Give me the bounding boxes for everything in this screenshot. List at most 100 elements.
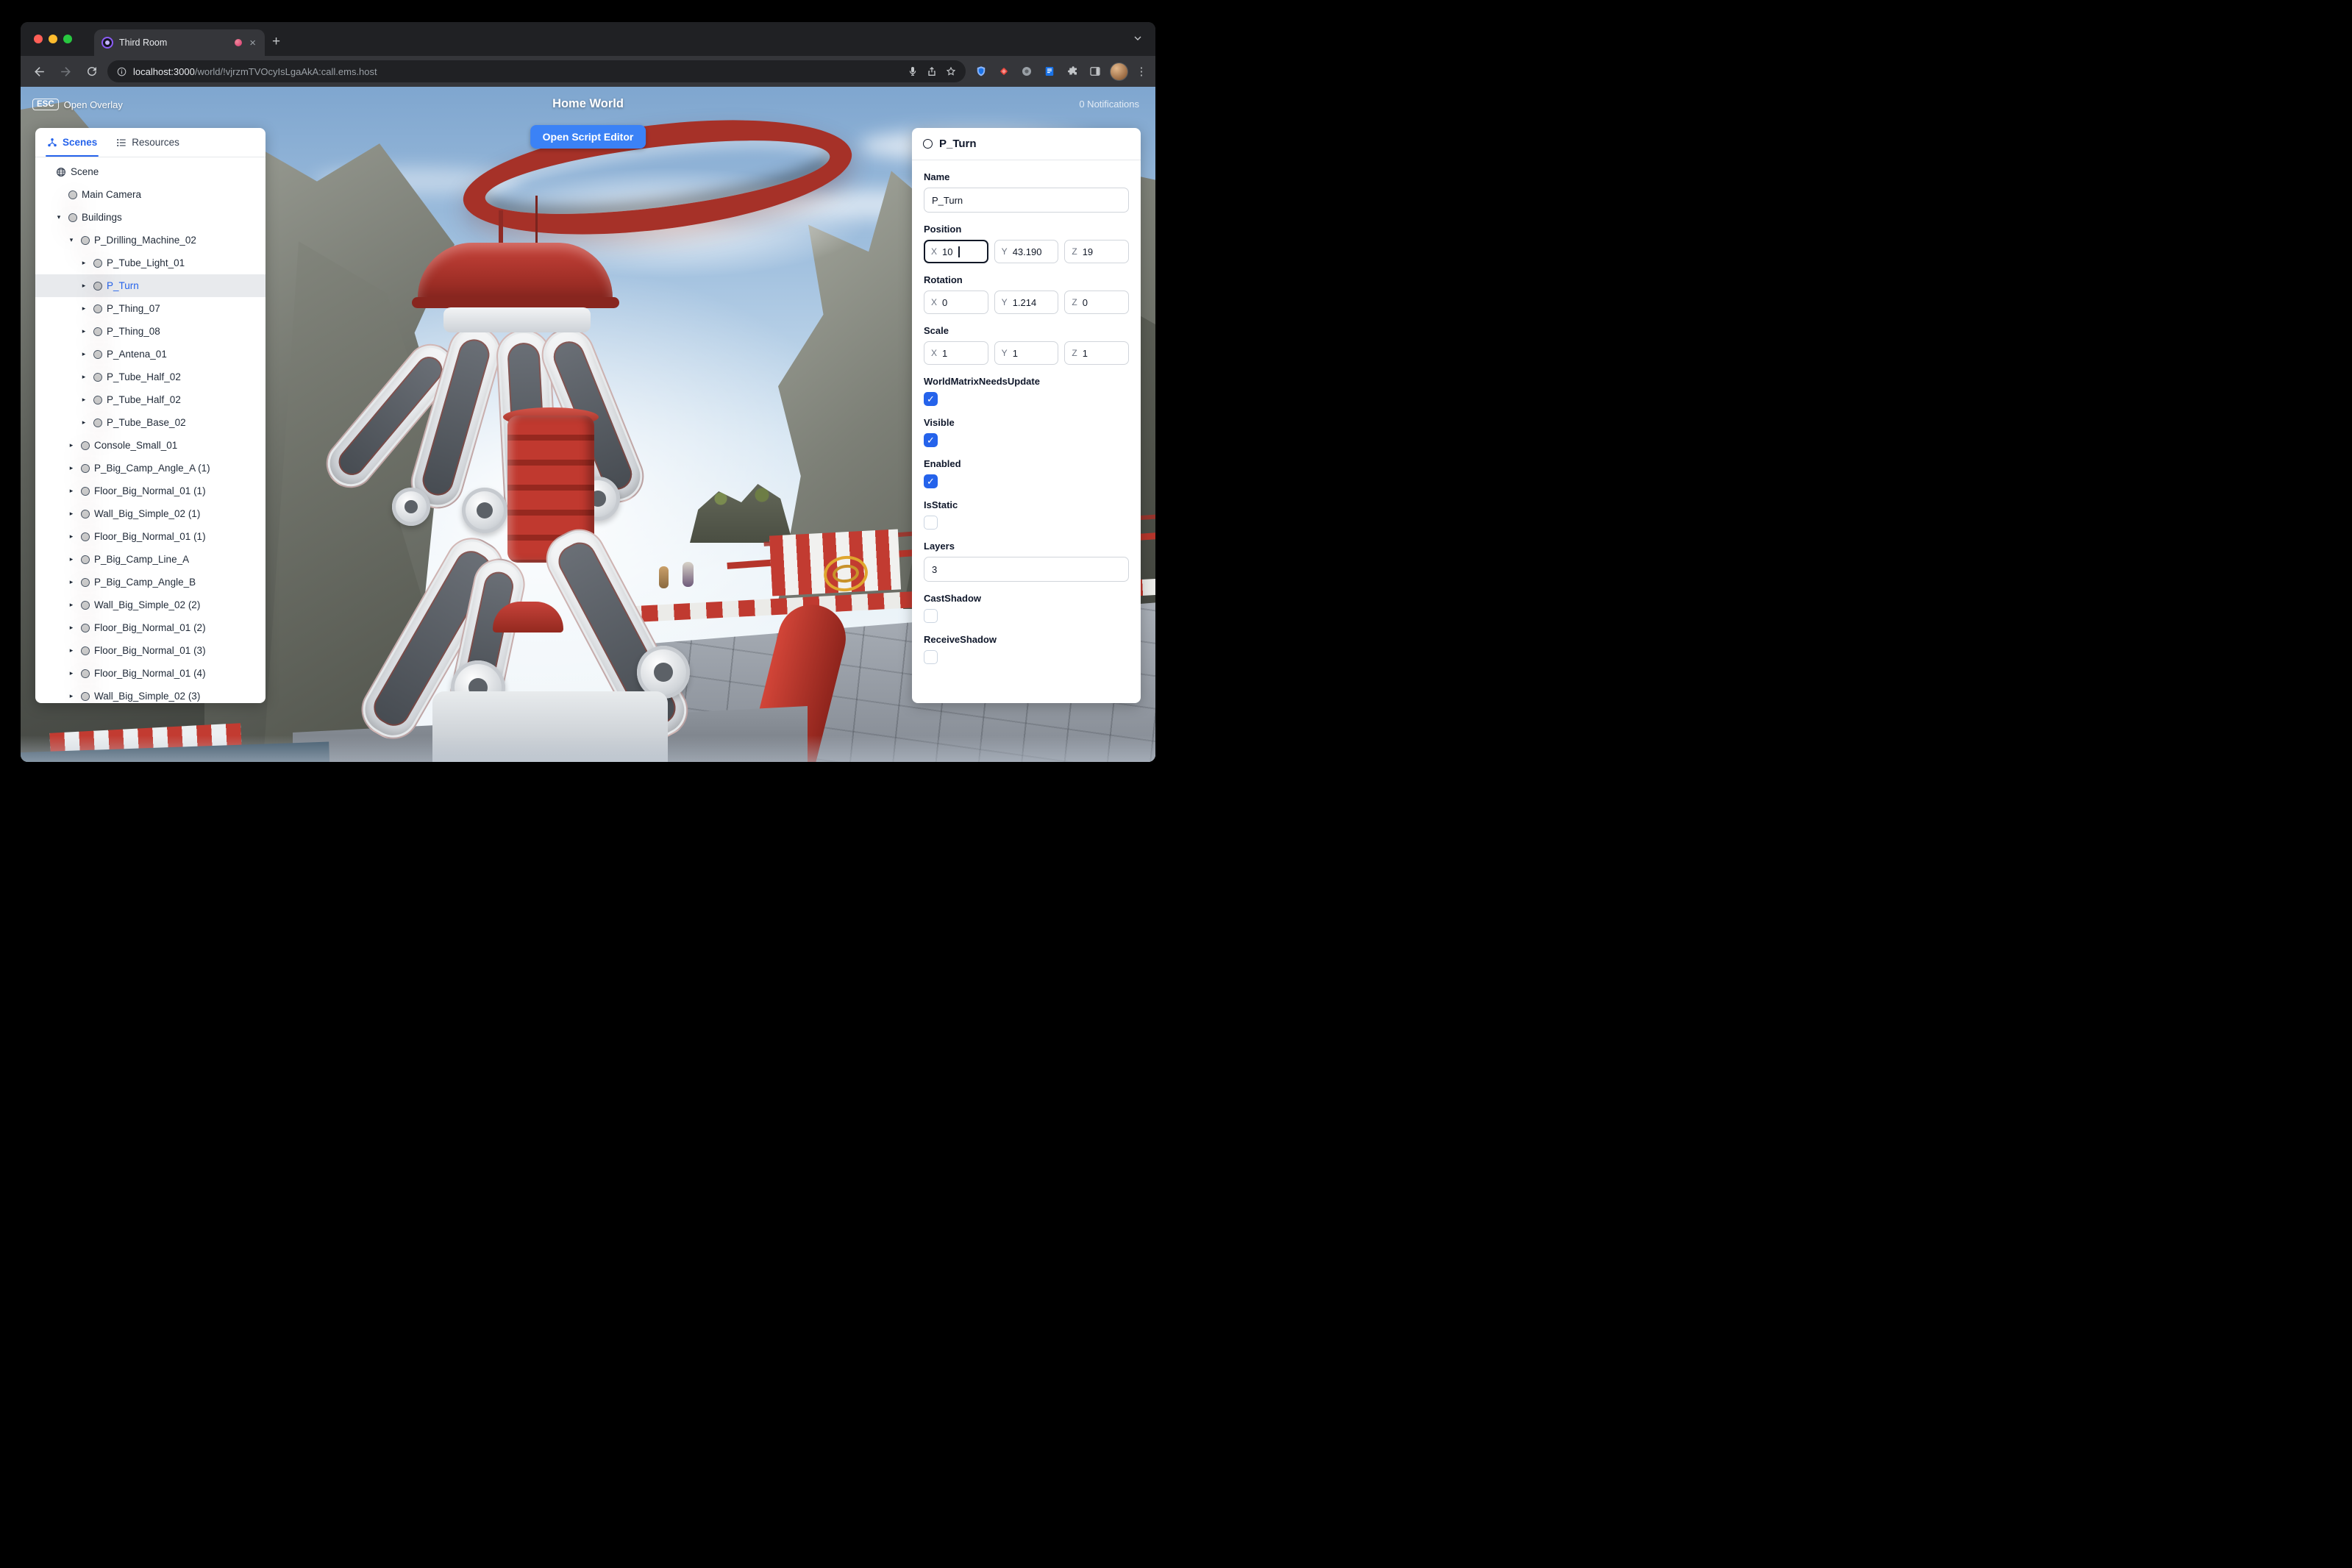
chevron-down-icon[interactable]: ▾ [54, 213, 64, 221]
open-script-editor-button[interactable]: Open Script Editor [530, 125, 646, 149]
chevron-right-icon[interactable]: ▸ [79, 418, 89, 427]
bookmark-star-icon[interactable] [945, 65, 957, 77]
drill-collar [443, 307, 591, 332]
tree-item[interactable]: Main Camera [35, 183, 266, 206]
reload-icon[interactable] [81, 60, 103, 82]
chevron-right-icon[interactable]: ▸ [79, 327, 89, 335]
tree-item[interactable]: ▸ P_Tube_Light_01 [35, 252, 266, 274]
chevron-right-icon[interactable]: ▸ [66, 441, 76, 449]
name-input[interactable]: P_Turn [924, 188, 1129, 213]
chevron-right-icon[interactable]: ▸ [79, 373, 89, 381]
tree-item[interactable]: ▸ P_Tube_Half_02 [35, 388, 266, 411]
worldmatrixneedsupdate-checkbox[interactable]: ✓ [924, 392, 938, 406]
tree-item-label: P_Thing_08 [107, 326, 160, 337]
site-info-icon[interactable] [116, 66, 127, 77]
layers-input[interactable]: 3 [924, 557, 1129, 582]
chevron-right-icon[interactable]: ▸ [66, 532, 76, 541]
tree-item[interactable]: ▸ Console_Small_01 [35, 434, 266, 457]
receiveshadow-checkbox[interactable] [924, 650, 938, 664]
chevron-down-icon[interactable]: ▾ [66, 236, 76, 244]
chevron-right-icon[interactable]: ▸ [79, 259, 89, 267]
tree-item[interactable]: ▸ Wall_Big_Simple_02 (1) [35, 502, 266, 525]
scale-x-input[interactable]: X1 [924, 341, 988, 365]
share-icon[interactable] [926, 65, 938, 77]
castshadow-checkbox[interactable] [924, 609, 938, 623]
tree-item[interactable]: ▸ P_Tube_Half_02 [35, 366, 266, 388]
chevron-right-icon[interactable]: ▸ [66, 624, 76, 632]
zoom-window-button[interactable] [63, 35, 72, 43]
tree-item[interactable]: ▸ Floor_Big_Normal_01 (4) [35, 662, 266, 685]
tree-item[interactable]: ▸ P_Big_Camp_Angle_B [35, 571, 266, 594]
chevron-right-icon[interactable]: ▸ [66, 601, 76, 609]
chevron-right-icon[interactable]: ▸ [79, 304, 89, 313]
tree-item[interactable]: ▸ P_Big_Camp_Line_A [35, 548, 266, 571]
profile-avatar[interactable] [1110, 62, 1128, 81]
world-3d-viewport[interactable]: ESC Open Overlay Home World 0 Notificati… [21, 87, 1155, 762]
tree-item[interactable]: ▸ Floor_Big_Normal_01 (1) [35, 480, 266, 502]
new-tab-button[interactable]: + [272, 34, 280, 50]
chevron-right-icon[interactable]: ▸ [66, 692, 76, 700]
tab-scenes[interactable]: Scenes [45, 128, 99, 157]
back-icon[interactable] [28, 60, 50, 82]
chevron-right-icon[interactable]: ▸ [66, 669, 76, 677]
tree-item[interactable]: ▸ P_Antena_01 [35, 343, 266, 366]
scale-z-input[interactable]: Z1 [1064, 341, 1130, 365]
chevron-right-icon[interactable]: ▸ [66, 510, 76, 518]
address-bar[interactable]: localhost:3000/world/!vjrzmTVOcyIsLgaAkA… [107, 60, 966, 82]
tree-item[interactable]: ▸ P_Big_Camp_Angle_A (1) [35, 457, 266, 480]
axis-value: 10 [942, 246, 953, 257]
node-icon [93, 326, 103, 337]
tree-item[interactable]: ▾ Buildings [35, 206, 266, 229]
tab-title: Third Room [119, 38, 168, 48]
enabled-checkbox[interactable]: ✓ [924, 474, 938, 488]
enabled-property: Enabled ✓ [924, 458, 1129, 488]
tree-item[interactable]: ▸ Wall_Big_Simple_02 (2) [35, 594, 266, 616]
forward-icon[interactable] [54, 60, 76, 82]
position-z-input[interactable]: Z 19 [1064, 240, 1130, 263]
chevron-right-icon[interactable]: ▸ [66, 464, 76, 472]
minimize-window-button[interactable] [49, 35, 57, 43]
browser-menu-icon[interactable]: ⋮ [1135, 65, 1148, 78]
position-x-input[interactable]: X 10 [924, 240, 988, 263]
rotation-x-input[interactable]: X0 [924, 291, 988, 314]
chevron-right-icon[interactable]: ▸ [66, 578, 76, 586]
visible-checkbox[interactable]: ✓ [924, 433, 938, 447]
tab-search-chevron-icon[interactable] [1132, 32, 1144, 44]
close-tab-icon[interactable]: × [248, 38, 257, 49]
tree-item[interactable]: ▸ P_Thing_08 [35, 320, 266, 343]
rotation-z-input[interactable]: Z0 [1064, 291, 1130, 314]
navigation-bar: localhost:3000/world/!vjrzmTVOcyIsLgaAkA… [21, 56, 1155, 87]
tab-resources-label: Resources [132, 137, 179, 148]
close-window-button[interactable] [34, 35, 43, 43]
isstatic-checkbox[interactable] [924, 516, 938, 530]
rotation-y-input[interactable]: Y 1.214 [994, 291, 1059, 314]
chevron-right-icon[interactable]: ▸ [79, 350, 89, 358]
tree-item[interactable]: Scene [35, 160, 266, 183]
side-panel-icon[interactable] [1087, 63, 1103, 79]
microphone-icon[interactable] [907, 65, 919, 77]
chevron-right-icon[interactable]: ▸ [79, 282, 89, 290]
position-y-input[interactable]: Y 43.190 [994, 240, 1059, 263]
scale-y-input[interactable]: Y1 [994, 341, 1059, 365]
extensions-puzzle-icon[interactable] [1064, 63, 1080, 79]
tree-item[interactable]: ▸ Wall_Big_Simple_02 (3) [35, 685, 266, 703]
tree-item[interactable]: ▸ Floor_Big_Normal_01 (1) [35, 525, 266, 548]
extension-shield-icon[interactable] [973, 63, 989, 79]
tree-item[interactable]: ▸ P_Tube_Base_02 [35, 411, 266, 434]
chevron-right-icon[interactable]: ▸ [66, 487, 76, 495]
extension-gray-icon[interactable] [1019, 63, 1035, 79]
tree-item[interactable]: ▸ Floor_Big_Normal_01 (3) [35, 639, 266, 662]
browser-tab[interactable]: Third Room × [94, 29, 265, 56]
tree-item[interactable]: ▸ Floor_Big_Normal_01 (2) [35, 616, 266, 639]
tab-resources[interactable]: Resources [116, 128, 179, 157]
tree-item-label: P_Tube_Light_01 [107, 257, 185, 268]
tree-item[interactable]: ▸ P_Thing_07 [35, 297, 266, 320]
chevron-right-icon[interactable]: ▸ [66, 555, 76, 563]
extension-gem-icon[interactable] [996, 63, 1012, 79]
chevron-right-icon[interactable]: ▸ [66, 646, 76, 655]
extension-book-icon[interactable] [1041, 63, 1058, 79]
tree-item[interactable]: ▸ P_Turn [35, 274, 266, 297]
tree-item[interactable]: ▾ P_Drilling_Machine_02 [35, 229, 266, 252]
axis-label: X [931, 297, 938, 307]
chevron-right-icon[interactable]: ▸ [79, 396, 89, 404]
